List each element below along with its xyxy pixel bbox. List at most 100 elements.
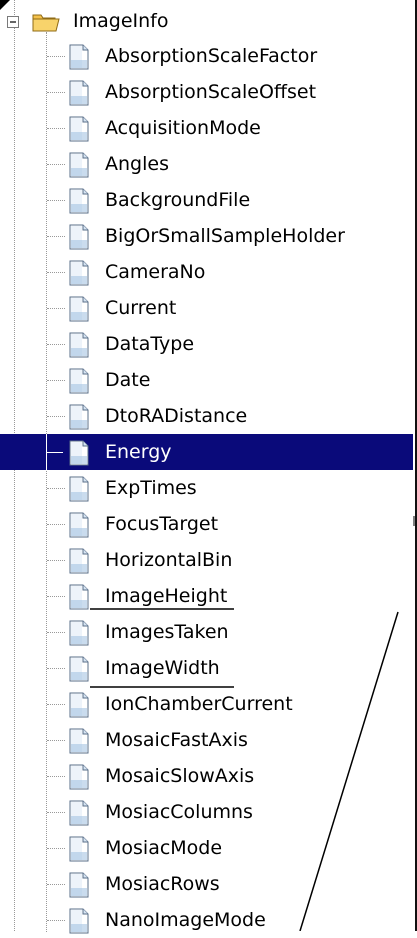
tree-connector <box>47 884 65 886</box>
tree-connector <box>47 92 65 94</box>
tree-item-label: MosiacMode <box>105 837 223 859</box>
tree-item-label: ImageHeight <box>105 585 228 607</box>
document-icon <box>69 800 89 826</box>
tree-connector <box>47 488 65 490</box>
tree-item[interactable]: AcquisitionMode <box>0 110 413 146</box>
tree-item-label: BackgroundFile <box>105 189 251 211</box>
tree-connector <box>47 524 65 526</box>
tree-item-label: CameraNo <box>105 261 206 283</box>
tree-item[interactable]: FocusTarget <box>0 506 413 542</box>
tree-connector <box>47 128 65 130</box>
tree-item-label: AbsorptionScaleFactor <box>105 45 318 67</box>
tree-item-label: HorizontalBin <box>105 549 233 571</box>
document-icon <box>69 224 89 250</box>
document-icon <box>69 728 89 754</box>
tree-connector <box>47 272 65 274</box>
tree-connector <box>47 812 65 814</box>
tree-item-label: AcquisitionMode <box>105 117 261 139</box>
document-icon <box>69 620 89 646</box>
document-icon <box>69 260 89 286</box>
document-icon <box>69 476 89 502</box>
tree-item-label: DataType <box>105 333 195 355</box>
tree-item[interactable]: NanoImageMode <box>0 902 413 938</box>
tree-item[interactable]: DtoRADistance <box>0 398 413 434</box>
document-icon <box>69 548 89 574</box>
document-icon <box>69 656 89 682</box>
tree-connector <box>47 200 65 202</box>
document-icon <box>69 80 89 106</box>
tree-connector <box>47 416 65 418</box>
tree-item-label: FocusTarget <box>105 513 219 535</box>
tree-connector <box>47 308 65 310</box>
tree-item[interactable]: BigOrSmallSampleHolder <box>0 218 413 254</box>
document-icon <box>69 116 89 142</box>
tree-connector <box>47 920 65 922</box>
tree-item[interactable]: DataType <box>0 326 413 362</box>
tree-item[interactable]: ExpTimes <box>0 470 413 506</box>
document-icon <box>69 764 89 790</box>
document-icon <box>69 584 89 610</box>
tree-item-label: Date <box>105 369 151 391</box>
document-icon <box>69 872 89 898</box>
tree-item-label: Current <box>105 297 177 319</box>
tree-connector <box>47 56 65 58</box>
tree-connector <box>47 776 65 778</box>
tree-item[interactable]: Date <box>0 362 413 398</box>
tree-connector <box>47 632 65 634</box>
document-icon <box>69 188 89 214</box>
tree-item-label: Energy <box>105 441 172 463</box>
document-icon <box>69 368 89 394</box>
tree-item[interactable]: IonChamberCurrent <box>0 686 413 722</box>
tree-connector <box>47 164 65 166</box>
tree-item[interactable]: MosaicSlowAxis <box>0 758 413 794</box>
tree-item[interactable]: BackgroundFile <box>0 182 413 218</box>
document-icon <box>69 296 89 322</box>
document-icon <box>69 440 89 466</box>
tree-item[interactable]: ImageWidth <box>0 650 413 686</box>
tree-item[interactable]: ImageHeight <box>0 578 413 614</box>
tree-item[interactable]: MosaicFastAxis <box>0 722 413 758</box>
tree-item-label: ExpTimes <box>105 477 197 499</box>
tree-item-label: IonChamberCurrent <box>105 693 293 715</box>
document-icon <box>69 332 89 358</box>
tree-connector <box>47 236 65 238</box>
document-icon <box>69 692 89 718</box>
tree-connector <box>47 848 65 850</box>
tree-connector <box>47 380 65 382</box>
tree-connector <box>47 560 65 562</box>
tree-view[interactable]: ImageInfo AbsorptionScaleFactor Absorptio… <box>0 0 417 934</box>
document-icon <box>69 512 89 538</box>
tree-item[interactable]: Current <box>0 290 413 326</box>
tree-item-label: MosaicSlowAxis <box>105 765 255 787</box>
tree-node-imageinfo[interactable]: ImageInfo <box>0 2 413 38</box>
tree-item[interactable]: MosiacRows <box>0 866 413 902</box>
tree-connector <box>47 668 65 670</box>
minus-expander-icon[interactable] <box>7 16 19 28</box>
tree-item[interactable]: Angles <box>0 146 413 182</box>
tree-connector <box>47 704 65 706</box>
document-icon <box>69 836 89 862</box>
document-icon <box>69 404 89 430</box>
tree-item[interactable]: CameraNo <box>0 254 413 290</box>
tree-item[interactable]: AbsorptionScaleOffset <box>0 74 413 110</box>
tree-item-label: MosaicFastAxis <box>105 729 248 751</box>
tree-item-label: DtoRADistance <box>105 405 248 427</box>
document-icon <box>69 44 89 70</box>
tree-connector <box>47 740 65 742</box>
tree-item-label: NanoImageMode <box>105 909 266 931</box>
open-folder-icon <box>32 14 60 32</box>
tree-item[interactable]: AbsorptionScaleFactor <box>0 38 413 74</box>
tree-item-label: AbsorptionScaleOffset <box>105 81 317 103</box>
tree-item[interactable]: ImagesTaken <box>0 614 413 650</box>
tree-item[interactable]: Energy <box>0 434 413 470</box>
tree-node-label: ImageInfo <box>73 10 169 32</box>
tree-connector <box>47 452 63 454</box>
tree-connector <box>47 344 65 346</box>
tree-item[interactable]: MosiacColumns <box>0 794 413 830</box>
tree-item-label: MosiacColumns <box>105 801 253 823</box>
tree-item[interactable]: MosiacMode <box>0 830 413 866</box>
tree-item[interactable]: HorizontalBin <box>0 542 413 578</box>
tree-item-label: ImagesTaken <box>105 621 229 643</box>
document-icon <box>69 908 89 934</box>
tree-item-label: MosiacRows <box>105 873 220 895</box>
